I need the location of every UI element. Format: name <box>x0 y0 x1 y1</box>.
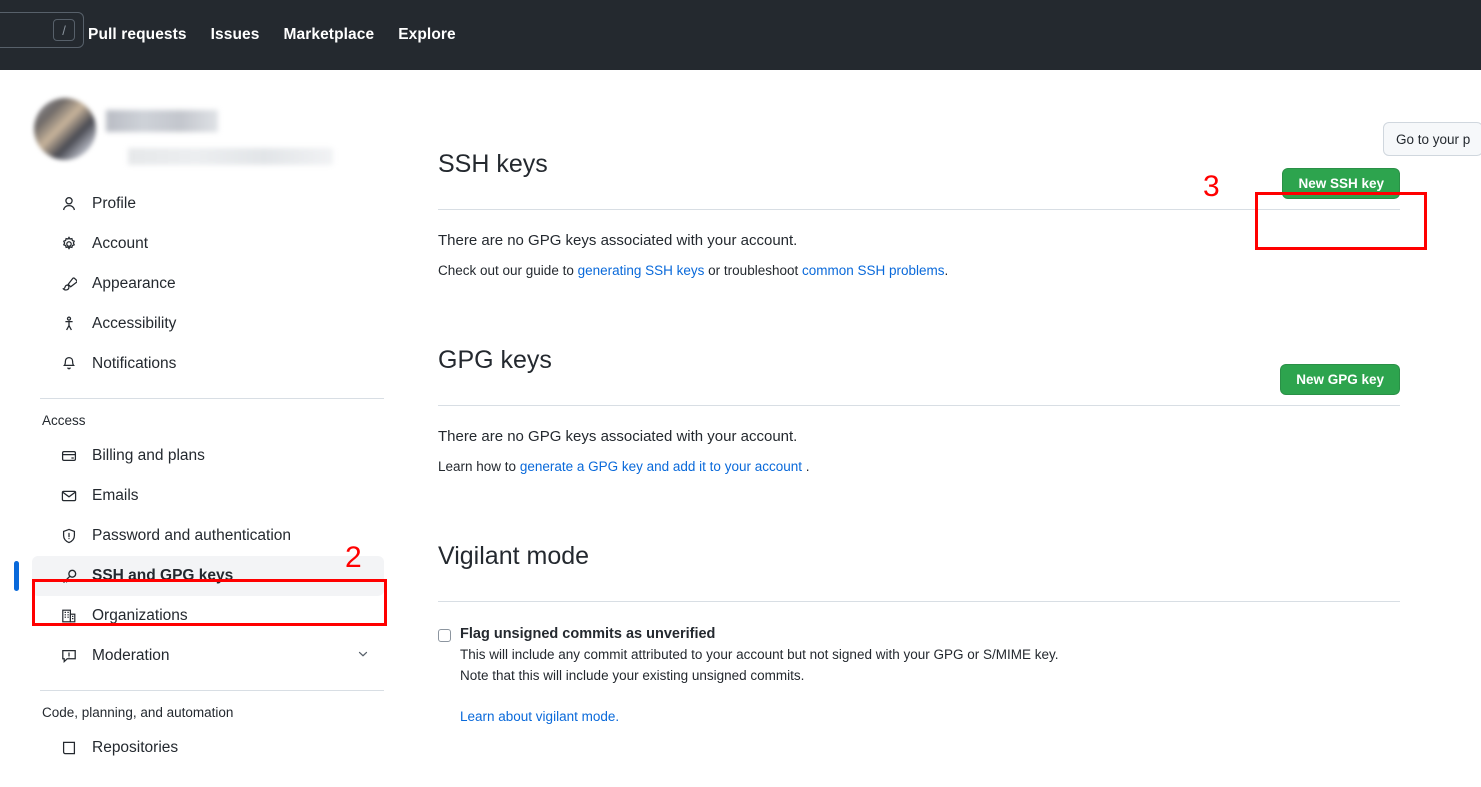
flag-unsigned-commits-label: Flag unsigned commits as unverified <box>460 626 716 642</box>
sidebar-item-label: SSH and GPG keys <box>92 567 234 584</box>
sidebar-item-emails[interactable]: Emails <box>32 476 384 516</box>
vigilant-mode-title: Vigilant mode <box>438 541 590 570</box>
settings-sidebar: Profile Account Appearance Accessibility… <box>14 90 384 768</box>
nav-issues[interactable]: Issues <box>211 26 260 44</box>
sidebar-group-personal: Profile Account Appearance Accessibility… <box>32 184 384 384</box>
new-ssh-key-button[interactable]: New SSH key <box>1282 168 1400 199</box>
gear-icon <box>60 235 78 253</box>
global-nav: Pull requests Issues Marketplace Explore <box>88 0 456 70</box>
vigilant-desc-line-2: Note that this will include your existin… <box>460 667 805 683</box>
flag-unsigned-commits-checkbox[interactable] <box>438 629 451 642</box>
vigilant-desc-line-1: This will include any commit attributed … <box>460 647 1059 662</box>
nav-pull-requests[interactable]: Pull requests <box>88 26 187 44</box>
sidebar-group-title-code: Code, planning, and automation <box>42 705 234 720</box>
vigilant-mode-description: This will include any commit attributed … <box>460 645 1059 687</box>
nav-explore[interactable]: Explore <box>398 26 456 44</box>
sidebar-item-accessibility[interactable]: Accessibility <box>32 304 384 344</box>
generate-gpg-key-link[interactable]: generate a GPG key and add it to your ac… <box>520 459 802 474</box>
sidebar-item-label: Profile <box>92 195 136 212</box>
sidebar-item-label: Notifications <box>92 355 177 372</box>
gpg-keys-empty-message: There are no GPG keys associated with yo… <box>438 428 798 445</box>
sidebar-item-appearance[interactable]: Appearance <box>32 264 384 304</box>
slash-shortcut-badge: / <box>53 19 75 41</box>
sidebar-group-title-access: Access <box>42 413 86 428</box>
sidebar-item-moderation[interactable]: Moderation <box>32 636 384 676</box>
account-handle-redacted <box>128 148 333 165</box>
sidebar-item-notifications[interactable]: Notifications <box>32 344 384 384</box>
go-to-your-profile-button[interactable]: Go to your p <box>1383 122 1481 156</box>
ssh-keys-help-text: Check out our guide to generating SSH ke… <box>438 263 1400 278</box>
gpg-keys-title: GPG keys <box>438 345 552 374</box>
sidebar-divider-2 <box>40 690 384 691</box>
sidebar-item-label: Repositories <box>92 739 179 756</box>
person-icon <box>60 195 78 213</box>
vigilant-mode-header: Vigilant mode <box>438 522 1400 602</box>
ssh-help-suffix: . <box>944 263 949 278</box>
ssh-keys-section: SSH keys New SSH key There are no GPG ke… <box>438 130 1400 278</box>
gpg-help-suffix: . <box>802 459 810 474</box>
gpg-help-prefix: Learn how to <box>438 459 520 474</box>
sidebar-item-label: Accessibility <box>92 315 177 332</box>
github-settings-page: / Pull requests Issues Marketplace Explo… <box>0 0 1481 787</box>
shield-icon <box>60 527 78 545</box>
organization-icon <box>60 607 78 625</box>
common-ssh-problems-link[interactable]: common SSH problems <box>802 263 945 278</box>
sidebar-group-access: Access Billing and plans Emails Password… <box>14 413 384 676</box>
sidebar-item-ssh-and-gpg-keys[interactable]: SSH and GPG keys <box>14 556 384 596</box>
sidebar-item-billing-and-plans[interactable]: Billing and plans <box>32 436 384 476</box>
credit-card-icon <box>60 447 78 465</box>
learn-about-vigilant-mode-link[interactable]: Learn about vigilant mode. <box>460 709 619 724</box>
ssh-help-middle: or troubleshoot <box>704 263 802 278</box>
paintbrush-icon <box>60 275 78 293</box>
vigilant-mode-option: Flag unsigned commits as unverified This… <box>438 626 1400 724</box>
vigilant-mode-section: Vigilant mode Flag unsigned commits as u… <box>438 522 1400 724</box>
page-body: Profile Account Appearance Accessibility… <box>0 70 1481 787</box>
sidebar-item-account[interactable]: Account <box>32 224 384 264</box>
sidebar-item-label: Password and authentication <box>92 527 292 544</box>
ssh-keys-empty-message: There are no GPG keys associated with yo… <box>438 232 798 249</box>
ssh-keys-header: SSH keys New SSH key <box>438 130 1400 210</box>
accessibility-icon <box>60 315 78 333</box>
sidebar-item-label: Billing and plans <box>92 447 205 464</box>
gpg-keys-section: GPG keys New GPG key There are no GPG ke… <box>438 326 1400 474</box>
ssh-help-prefix: Check out our guide to <box>438 263 578 278</box>
sidebar-item-label: Account <box>92 235 149 252</box>
vigilant-mode-option-body: Flag unsigned commits as unverified This… <box>460 626 1059 724</box>
sidebar-item-profile[interactable]: Profile <box>32 184 384 224</box>
repo-icon <box>60 739 78 757</box>
vigilant-mode-link-wrapper: Learn about vigilant mode. <box>460 709 1059 724</box>
ssh-keys-title: SSH keys <box>438 149 548 178</box>
sidebar-divider-1 <box>40 398 384 399</box>
avatar <box>34 98 96 160</box>
sidebar-item-label: Emails <box>92 487 139 504</box>
sidebar-item-label: Appearance <box>92 275 176 292</box>
mail-icon <box>60 487 78 505</box>
account-display-name-redacted <box>106 110 218 132</box>
sidebar-item-organizations[interactable]: Organizations <box>32 596 384 636</box>
bell-icon <box>60 355 78 373</box>
sidebar-group-code-planning-automation: Code, planning, and automation Repositor… <box>32 705 384 768</box>
report-icon <box>60 647 78 665</box>
sidebar-item-label: Moderation <box>92 647 170 664</box>
chevron-down-icon[interactable] <box>356 647 370 666</box>
gpg-keys-help-text: Learn how to generate a GPG key and add … <box>438 459 1400 474</box>
sidebar-item-repositories[interactable]: Repositories <box>32 728 384 768</box>
search-input[interactable]: / <box>0 12 84 48</box>
global-header: / Pull requests Issues Marketplace Explo… <box>0 0 1481 70</box>
generating-ssh-keys-link[interactable]: generating SSH keys <box>578 263 705 278</box>
account-header[interactable] <box>32 90 384 168</box>
sidebar-item-password-and-authentication[interactable]: Password and authentication <box>32 516 384 556</box>
key-icon <box>60 567 78 585</box>
settings-main-content: SSH keys New SSH key There are no GPG ke… <box>438 130 1400 724</box>
sidebar-item-label: Organizations <box>92 607 188 624</box>
nav-marketplace[interactable]: Marketplace <box>284 26 375 44</box>
new-gpg-key-button[interactable]: New GPG key <box>1280 364 1400 395</box>
gpg-keys-header: GPG keys New GPG key <box>438 326 1400 406</box>
